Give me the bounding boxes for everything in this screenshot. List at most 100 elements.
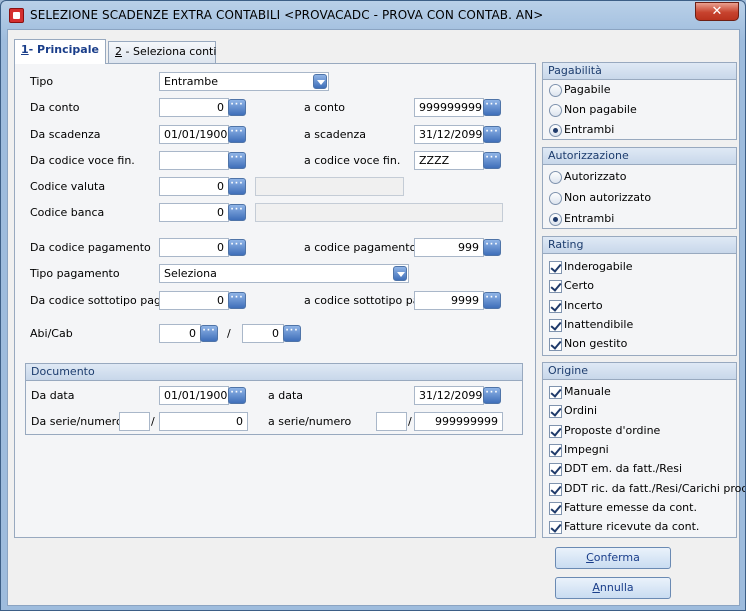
tipo-label: Tipo: [30, 75, 54, 88]
da-scadenza-input[interactable]: 01/01/1900: [159, 125, 229, 144]
ellipsis-icon[interactable]: ···: [483, 126, 501, 143]
ellipsis-icon[interactable]: ···: [483, 292, 501, 309]
close-button[interactable]: ✕: [695, 2, 739, 21]
option-label: Fatture ricevute da cont.: [564, 520, 700, 533]
check-ddt-ricevuti[interactable]: DDT ric. da fatt./Resi/Carichi prod.: [549, 482, 745, 496]
documento-group: Documento Da data 01/01/1900 ··· a data …: [25, 363, 523, 435]
option-label: Manuale: [564, 385, 611, 398]
check-certo[interactable]: Certo: [549, 279, 594, 293]
a-scadenza-input[interactable]: 31/12/2099: [414, 125, 484, 144]
ellipsis-icon[interactable]: ···: [483, 152, 501, 169]
check-fatture-emesse[interactable]: Fatture emesse da cont.: [549, 501, 697, 515]
check-ddt-emessi[interactable]: DDT em. da fatt./Resi: [549, 462, 682, 476]
a-sottotipo-input[interactable]: 9999: [414, 291, 484, 310]
ellipsis-icon[interactable]: ···: [228, 204, 246, 221]
da-pagamento-input[interactable]: 0: [159, 238, 229, 257]
a-pagamento-input[interactable]: 999: [414, 238, 484, 257]
da-serie-separator: /: [151, 415, 155, 428]
da-serie-label: Da serie/numero: [31, 415, 123, 428]
radio-entrambi-autorizzazione[interactable]: Entrambi: [549, 212, 614, 226]
a-numero-input[interactable]: 999999999: [414, 412, 503, 431]
checkbox-checked-icon: [549, 501, 562, 515]
confirm-button[interactable]: Conferma: [555, 547, 671, 569]
a-conto-label: a conto: [304, 101, 346, 114]
a-voce-fin-input[interactable]: ZZZZ: [414, 151, 484, 170]
ellipsis-icon[interactable]: ···: [483, 99, 501, 116]
abi-input[interactable]: 0: [159, 324, 201, 343]
tipo-pagamento-combo[interactable]: Seleziona: [159, 264, 409, 283]
check-ordini[interactable]: Ordini: [549, 404, 597, 418]
check-impegni[interactable]: Impegni: [549, 443, 609, 457]
tipo-combo[interactable]: Entrambe: [159, 72, 329, 91]
cab-input[interactable]: 0: [242, 324, 284, 343]
checkbox-checked-icon: [549, 318, 562, 332]
ellipsis-icon[interactable]: ···: [228, 126, 246, 143]
check-fatture-ricevute[interactable]: Fatture ricevute da cont.: [549, 520, 699, 534]
main-panel: Tipo Entrambe Da conto 0 ··· a conto 999…: [14, 63, 536, 538]
da-scadenza-label: Da scadenza: [30, 128, 101, 141]
option-label: Incerto: [564, 299, 603, 312]
banca-description: [255, 203, 503, 222]
da-data-label: Da data: [31, 389, 75, 402]
pagabilita-group: Pagabilità Pagabile Non pagabile Entramb…: [542, 62, 737, 140]
ellipsis-icon[interactable]: ···: [228, 152, 246, 169]
check-incerto[interactable]: Incerto: [549, 299, 603, 313]
tab-principale[interactable]: 1- Principale: [14, 39, 106, 64]
button-hotkey: A: [592, 581, 600, 594]
check-inattendibile[interactable]: Inattendibile: [549, 318, 633, 332]
a-sottotipo-label: a codice sottotipo pag.: [304, 294, 430, 307]
codice-banca-input[interactable]: 0: [159, 203, 229, 222]
chevron-down-icon[interactable]: [313, 74, 327, 89]
da-data-input[interactable]: 01/01/1900: [159, 386, 229, 405]
ellipsis-icon[interactable]: ···: [228, 292, 246, 309]
da-serie-input[interactable]: [119, 412, 150, 431]
da-numero-input[interactable]: 0: [159, 412, 248, 431]
ellipsis-icon[interactable]: ···: [200, 325, 218, 342]
option-label: Autorizzato: [564, 170, 627, 183]
a-conto-input[interactable]: 999999999: [414, 98, 484, 117]
a-data-input[interactable]: 31/12/2099: [414, 386, 484, 405]
ellipsis-icon[interactable]: ···: [483, 387, 501, 404]
da-voce-fin-input[interactable]: [159, 151, 229, 170]
check-proposte-ordine[interactable]: Proposte d'ordine: [549, 424, 660, 438]
tipo-value: Entrambe: [164, 75, 218, 88]
radio-autorizzato[interactable]: Autorizzato: [549, 170, 626, 184]
a-serie-label: a serie/numero: [268, 415, 352, 428]
a-serie-separator: /: [408, 415, 412, 428]
cancel-button[interactable]: Annulla: [555, 577, 671, 599]
radio-non-autorizzato[interactable]: Non autorizzato: [549, 191, 651, 205]
button-hotkey: C: [586, 551, 594, 564]
radio-pagabile[interactable]: Pagabile: [549, 83, 610, 97]
ellipsis-icon[interactable]: ···: [228, 178, 246, 195]
ellipsis-icon[interactable]: ···: [483, 239, 501, 256]
tab-seleziona-conti[interactable]: 2 - Seleziona conti: [108, 41, 216, 63]
checkbox-checked-icon: [549, 443, 562, 457]
dialog-window: SELEZIONE SCADENZE EXTRA CONTABILI <PROV…: [0, 0, 746, 611]
check-non-gestito[interactable]: Non gestito: [549, 337, 627, 351]
ellipsis-icon[interactable]: ···: [228, 387, 246, 404]
da-conto-input[interactable]: 0: [159, 98, 229, 117]
ellipsis-icon[interactable]: ···: [228, 239, 246, 256]
option-label: Pagabile: [564, 83, 611, 96]
da-sottotipo-label: Da codice sottotipo pag.: [30, 294, 165, 307]
abicab-separator: /: [227, 327, 231, 340]
codice-valuta-label: Codice valuta: [30, 180, 106, 193]
check-manuale[interactable]: Manuale: [549, 385, 611, 399]
radio-non-pagabile[interactable]: Non pagabile: [549, 103, 637, 117]
chevron-down-icon[interactable]: [393, 266, 407, 281]
tab-hotkey: 2: [115, 45, 122, 58]
checkbox-checked-icon: [549, 424, 562, 438]
tab-label: - Principale: [28, 43, 99, 56]
codice-valuta-input[interactable]: 0: [159, 177, 229, 196]
dialog-client: 1- Principale 2 - Seleziona conti Tipo E…: [7, 29, 745, 606]
radio-entrambi-pagabilita[interactable]: Entrambi: [549, 123, 614, 137]
check-inderogabile[interactable]: Inderogabile: [549, 260, 633, 274]
checkbox-checked-icon: [549, 462, 562, 476]
ellipsis-icon[interactable]: ···: [283, 325, 301, 342]
da-sottotipo-input[interactable]: 0: [159, 291, 229, 310]
origine-group: Origine Manuale Ordini Proposte d'ordine…: [542, 362, 745, 538]
a-serie-input[interactable]: [376, 412, 407, 431]
ellipsis-icon[interactable]: ···: [228, 99, 246, 116]
option-label: Inderogabile: [564, 260, 633, 273]
a-scadenza-label: a scadenza: [304, 128, 366, 141]
